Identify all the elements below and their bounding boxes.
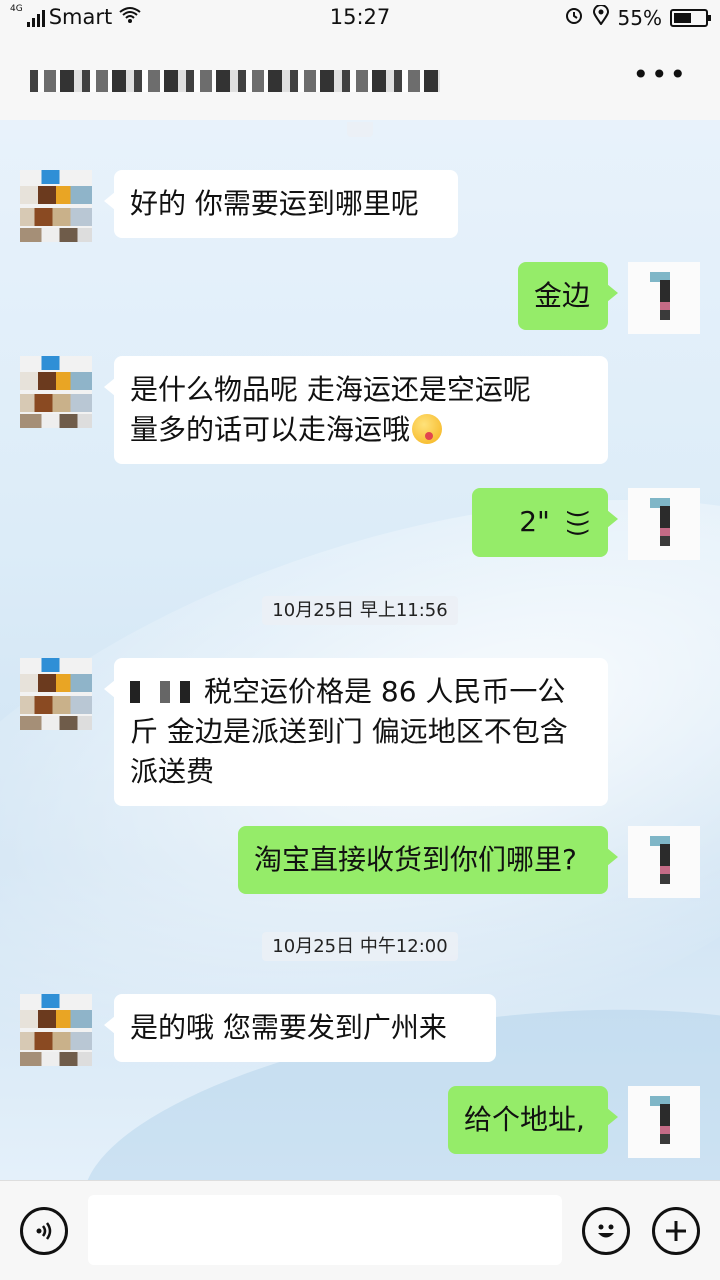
timestamp: 10月25日 中午12:00 (0, 932, 720, 961)
my-avatar[interactable] (628, 826, 700, 898)
message-list[interactable]: 好的 你需要运到哪里呢 金边 是什么物品呢 走海运还是空运呢 量多的话可以走海运… (0, 122, 720, 1180)
emoji-icon[interactable] (582, 1207, 630, 1255)
message-text: 淘宝直接收货到你们哪里? (254, 843, 577, 876)
message-text: 金边 (534, 279, 591, 312)
contact-name-redacted (30, 70, 440, 92)
voice-duration: 2" (519, 505, 550, 538)
contact-avatar[interactable] (20, 170, 92, 242)
more-options-icon[interactable]: ••• (632, 58, 688, 91)
message-bubble-incoming[interactable]: 税空运价格是 86 人民币一公 斤 金边是派送到门 偏远地区不包含 派送费 (104, 658, 608, 806)
voice-message-bubble[interactable]: 2"))) (472, 488, 618, 557)
message-text: 税空运价格是 86 人民币一公 (204, 675, 566, 708)
voice-toggle-icon[interactable] (20, 1207, 68, 1255)
my-avatar[interactable] (628, 1086, 700, 1158)
message-bubble-outgoing[interactable]: 给个地址, (448, 1086, 618, 1154)
message-bubble-outgoing[interactable]: 金边 (518, 262, 618, 330)
message-text: 量多的话可以走海运哦 (130, 413, 411, 446)
winking-tongue-emoji-icon (412, 414, 443, 444)
message-bubble-incoming[interactable]: 好的 你需要运到哪里呢 (104, 170, 458, 238)
message-bubble-outgoing[interactable]: 淘宝直接收货到你们哪里? (238, 826, 618, 894)
my-avatar[interactable] (628, 262, 700, 334)
plus-icon[interactable] (652, 1207, 700, 1255)
battery-icon (670, 8, 711, 27)
contact-avatar[interactable] (20, 994, 92, 1066)
location-icon (592, 4, 610, 30)
battery-percent: 55% (617, 5, 662, 30)
message-text: 是什么物品呢 走海运还是空运呢 (130, 373, 531, 406)
contact-avatar[interactable] (20, 356, 92, 428)
message-bubble-incoming[interactable]: 是什么物品呢 走海运还是空运呢 量多的话可以走海运哦 (104, 356, 608, 464)
message-text: 是的哦 您需要发到广州来 (130, 1011, 447, 1044)
input-bar (0, 1180, 720, 1280)
message-bubble-incoming[interactable]: 是的哦 您需要发到广州来 (104, 994, 496, 1062)
voice-wave-icon: ))) (563, 508, 592, 538)
timestamp-text: 10月25日 中午12:00 (262, 932, 458, 961)
message-input[interactable] (88, 1195, 562, 1265)
timestamp-text: 10月25日 早上11:56 (262, 596, 458, 625)
my-avatar[interactable] (628, 488, 700, 560)
redacted-text (130, 681, 200, 703)
alarm-icon (564, 5, 584, 30)
status-right: 55% (564, 4, 711, 30)
timestamp: 10月25日 早上11:56 (0, 596, 720, 625)
message-text: 派送费 (130, 755, 215, 788)
message-text: 好的 你需要运到哪里呢 (130, 187, 419, 220)
message-text: 斤 金边是派送到门 偏远地区不包含 (130, 715, 568, 748)
status-bar: 4G Smart 15:27 55% (0, 0, 720, 36)
timestamp-partial (0, 122, 720, 137)
chat-header: ••• (0, 36, 720, 122)
contact-avatar[interactable] (20, 658, 92, 730)
message-text: 给个地址, (464, 1103, 585, 1136)
